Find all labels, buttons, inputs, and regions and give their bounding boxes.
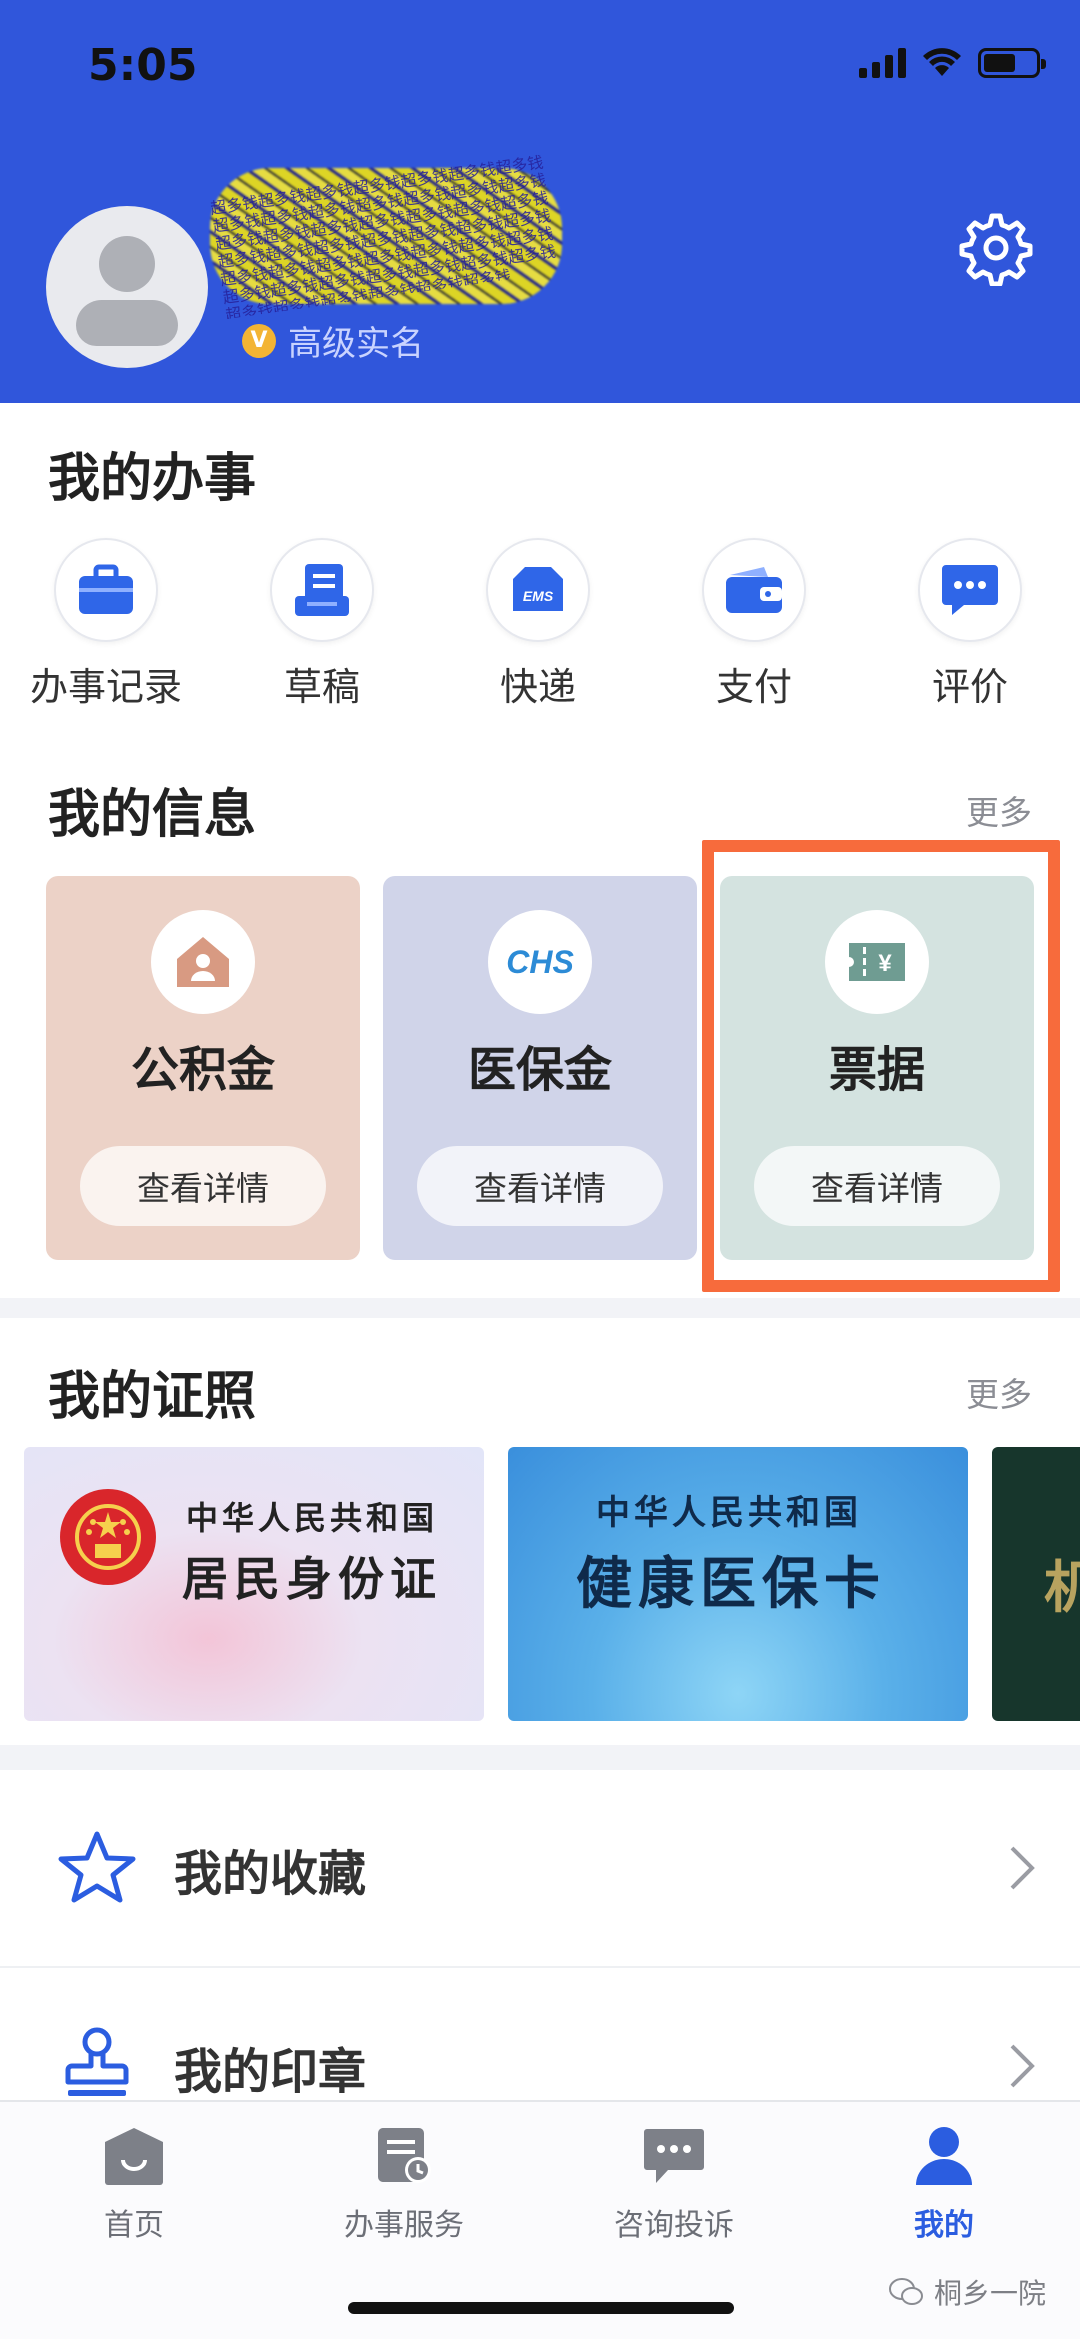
tab-home[interactable]: 首页 xyxy=(34,2124,234,2244)
chs-icon: CHS xyxy=(506,944,574,980)
task-label: 快递 xyxy=(499,665,576,709)
my-licenses-title: 我的证照 xyxy=(48,1367,257,1427)
user-icon xyxy=(916,2127,972,2185)
task-drafts[interactable]: 草稿 xyxy=(222,538,422,711)
wifi-icon xyxy=(923,48,961,76)
card-title: 医保金 xyxy=(467,1042,612,1098)
tab-label: 办事服务 xyxy=(344,2208,464,2243)
ems-icon: EMS xyxy=(513,567,563,611)
national-emblem-icon xyxy=(60,1489,156,1585)
list-label: 我的印章 xyxy=(174,2044,367,2100)
tab-services[interactable]: 办事服务 xyxy=(304,2124,504,2244)
task-payment[interactable]: 支付 xyxy=(654,538,854,711)
tab-mine[interactable]: 我的 xyxy=(844,2124,1044,2244)
settings-gear-icon[interactable] xyxy=(958,210,1034,286)
list-item-favorites[interactable]: 我的收藏 xyxy=(0,1770,1080,1966)
task-label: 支付 xyxy=(715,665,792,709)
health-insurance-certificate[interactable]: 中华人民共和国 健康医保卡 xyxy=(508,1447,968,1721)
tab-consult[interactable]: 咨询投诉 xyxy=(574,2124,774,2244)
chevron-right-icon xyxy=(1010,1846,1035,1890)
draft-icon xyxy=(295,564,349,616)
svg-text:EMS: EMS xyxy=(523,588,554,604)
svg-text:CHS: CHS xyxy=(506,944,574,980)
verification-label: 高级实名 xyxy=(288,324,424,364)
task-express[interactable]: EMS 快递 xyxy=(438,538,638,711)
home-indicator xyxy=(348,2302,734,2314)
highlight-annotation-box xyxy=(702,840,1060,1292)
task-label: 评价 xyxy=(931,665,1008,709)
verified-badge-icon: V xyxy=(242,323,276,358)
card-title: 公积金 xyxy=(130,1042,275,1098)
star-icon xyxy=(58,1831,136,1903)
view-details-button[interactable]: 查看详情 xyxy=(80,1146,326,1226)
id-card-title: 居民身份证 xyxy=(182,1552,442,1606)
battery-icon xyxy=(978,48,1046,78)
id-card-country: 中华人民共和国 xyxy=(186,1499,439,1537)
third-card-title: 机 xyxy=(1044,1555,1080,1621)
seal-icon xyxy=(65,2027,129,2096)
my-info-title: 我的信息 xyxy=(48,785,257,845)
tab-label: 首页 xyxy=(104,2208,164,2243)
chevron-right-icon xyxy=(1010,2044,1035,2088)
cellular-signal-icon xyxy=(859,46,906,78)
task-records[interactable]: 办事记录 xyxy=(6,538,206,711)
id-card-certificate[interactable]: 中华人民共和国 居民身份证 xyxy=(24,1447,484,1721)
home-icon xyxy=(105,2128,163,2185)
task-label: 办事记录 xyxy=(29,665,182,709)
my-info-more-link[interactable]: 更多 xyxy=(966,786,1032,834)
comment-icon xyxy=(942,565,998,615)
chat-icon xyxy=(644,2129,704,2183)
status-icons xyxy=(859,46,1046,78)
health-card-country: 中华人民共和国 xyxy=(596,1493,862,1533)
card-medical-fund[interactable]: CHS 医保金 查看详情 xyxy=(383,876,697,1260)
watermark-text: 桐乡一院 xyxy=(934,2277,1047,2310)
health-card-title: 健康医保卡 xyxy=(576,1551,886,1617)
avatar[interactable] xyxy=(46,206,208,368)
task-review[interactable]: 评价 xyxy=(870,538,1070,711)
my-tasks-title: 我的办事 xyxy=(48,449,257,509)
tab-label: 咨询投诉 xyxy=(614,2208,734,2243)
briefcase-icon xyxy=(79,564,133,614)
card-housing-fund[interactable]: 公积金 查看详情 xyxy=(46,876,360,1260)
wallet-icon xyxy=(726,567,782,613)
status-time: 5:05 xyxy=(88,40,198,91)
house-icon xyxy=(177,937,229,987)
watermark: 桐乡一院 xyxy=(888,2272,1046,2312)
tab-label: 我的 xyxy=(914,2208,974,2243)
list-label: 我的收藏 xyxy=(174,1846,367,1902)
task-label: 草稿 xyxy=(283,665,360,709)
third-certificate-partial[interactable]: 机 xyxy=(992,1447,1080,1721)
wechat-icon xyxy=(889,2278,923,2305)
my-licenses-more-link[interactable]: 更多 xyxy=(966,1368,1032,1416)
profile-header: 5:05 超多钱超多钱超多钱超多钱超多钱超多钱超多钱超多钱超多钱超多钱超多钱超多… xyxy=(0,0,1080,403)
service-icon xyxy=(378,2128,431,2183)
view-details-button[interactable]: 查看详情 xyxy=(417,1146,663,1226)
verification-status: V 高级实名 xyxy=(242,316,424,365)
